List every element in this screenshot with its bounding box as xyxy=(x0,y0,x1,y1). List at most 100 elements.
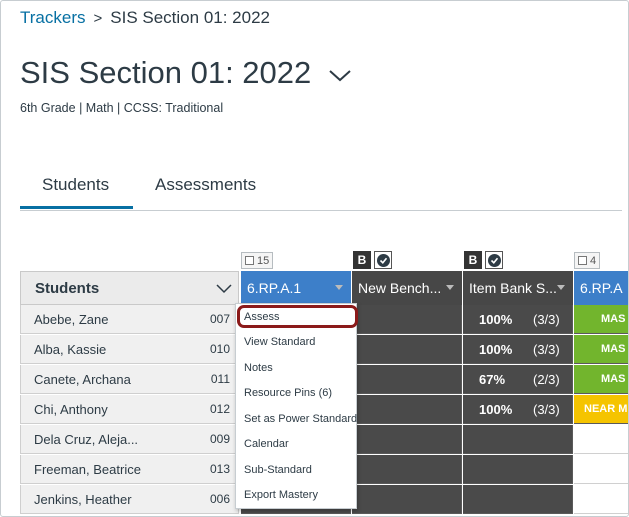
item-bank-score-cell[interactable]: 100% (3/3) xyxy=(463,395,573,424)
menu-item-notes[interactable]: Notes xyxy=(236,355,356,380)
student-row[interactable]: Alba, Kassie 010 xyxy=(20,335,239,364)
tab-students[interactable]: Students xyxy=(42,175,109,210)
score-cell[interactable] xyxy=(352,305,462,334)
caret-down-icon xyxy=(446,285,454,290)
student-id: 007 xyxy=(209,312,230,326)
student-row[interactable]: Jenkins, Heather 006 xyxy=(20,485,239,514)
badge-count: 15 xyxy=(257,254,270,267)
item-bank-score-cell[interactable] xyxy=(463,455,573,484)
student-name: Jenkins, Heather xyxy=(34,491,132,507)
check-circle-icon xyxy=(485,251,503,269)
item-bank-score-cell[interactable]: 67% (2/3) xyxy=(463,365,573,394)
breadcrumb-trackers-link[interactable]: Trackers xyxy=(20,8,86,28)
score-cell[interactable] xyxy=(352,395,462,424)
tab-bar: Students Assessments xyxy=(20,171,622,211)
mastery-cell[interactable] xyxy=(574,425,628,454)
student-name: Canete, Archana xyxy=(34,371,131,387)
benchmark-b-icon: B xyxy=(464,251,482,269)
score-cell[interactable] xyxy=(352,455,462,484)
app-frame: Trackers > SIS Section 01: 2022 SIS Sect… xyxy=(0,0,629,517)
student-id: 013 xyxy=(209,462,230,476)
chevron-down-icon[interactable] xyxy=(329,54,351,90)
student-id: 006 xyxy=(209,492,230,506)
menu-item-view-standard[interactable]: View Standard xyxy=(236,329,356,354)
menu-item-calendar[interactable]: Calendar xyxy=(236,431,356,456)
student-name: Dela Cruz, Aleja... xyxy=(34,431,139,447)
column-header-label: 6.RP.A xyxy=(580,280,623,296)
score-fraction: (3/3) xyxy=(533,312,560,327)
badge-count: 4 xyxy=(590,254,597,267)
page-title-text: SIS Section 01: 2022 xyxy=(20,55,312,90)
mastery-label: NEAR M xyxy=(584,403,628,415)
student-row[interactable]: Abebe, Zane 007 xyxy=(20,305,239,334)
benchmark-b-icon: B xyxy=(353,251,371,269)
mastery-cell[interactable] xyxy=(574,485,628,514)
mastery-label: MAS xyxy=(601,313,626,325)
checkbox-icon xyxy=(578,256,587,265)
item-bank-badge[interactable]: B xyxy=(464,251,503,269)
score-percent: 100% xyxy=(479,312,513,327)
menu-item-set-power-standard[interactable]: Set as Power Standard xyxy=(236,406,357,431)
column-header-item-bank[interactable]: Item Bank S... xyxy=(463,271,573,305)
caret-down-icon xyxy=(557,285,565,290)
students-header-label: Students xyxy=(35,279,100,297)
student-id: 010 xyxy=(209,342,230,356)
score-cell[interactable] xyxy=(352,485,462,514)
active-tab-indicator xyxy=(20,206,133,209)
tab-assessments[interactable]: Assessments xyxy=(155,175,256,210)
assessment-count-badge[interactable]: 15 xyxy=(241,252,274,269)
menu-item-resource-pins[interactable]: Resource Pins (6) xyxy=(236,380,356,405)
column-header-label: Item Bank S... xyxy=(469,280,557,296)
checkbox-icon xyxy=(245,256,254,265)
caret-down-icon xyxy=(335,285,343,290)
mastery-cell[interactable]: NEAR M xyxy=(574,395,628,424)
column-header-label: New Bench... xyxy=(358,280,442,296)
menu-item-assess[interactable]: Assess xyxy=(236,304,356,329)
breadcrumb-separator: > xyxy=(93,9,103,27)
item-bank-score-cell[interactable]: 100% (3/3) xyxy=(463,335,573,364)
student-name: Chi, Anthony xyxy=(34,401,108,417)
item-bank-score-cell[interactable] xyxy=(463,485,573,514)
mastery-label: MAS xyxy=(601,343,626,355)
score-percent: 67% xyxy=(479,372,506,387)
mastery-cell[interactable] xyxy=(574,455,628,484)
column-header-new-benchmark[interactable]: New Bench... xyxy=(352,271,462,305)
item-bank-score-cell[interactable] xyxy=(463,425,573,454)
score-fraction: (3/3) xyxy=(533,342,560,357)
mastery-cell[interactable]: MAS xyxy=(574,365,628,394)
score-percent: 100% xyxy=(479,342,513,357)
chevron-down-icon[interactable] xyxy=(216,281,232,298)
student-row[interactable]: Freeman, Beatrice 013 xyxy=(20,455,239,484)
score-percent: 100% xyxy=(479,402,513,417)
score-cell[interactable] xyxy=(352,335,462,364)
student-id: 009 xyxy=(209,432,230,446)
score-fraction: (3/3) xyxy=(533,402,560,417)
menu-item-export-mastery[interactable]: Export Mastery xyxy=(236,482,356,507)
students-column-header[interactable]: Students xyxy=(20,271,239,305)
student-row[interactable]: Canete, Archana 011 xyxy=(20,365,239,394)
column-header-6rpa1[interactable]: 6.RP.A.1 xyxy=(241,271,351,305)
student-name: Freeman, Beatrice xyxy=(34,461,141,477)
score-cell[interactable] xyxy=(352,365,462,394)
benchmark-badge[interactable]: B xyxy=(353,251,392,269)
column-header-label: 6.RP.A.1 xyxy=(247,280,302,296)
check-circle-icon xyxy=(374,251,392,269)
mastery-cell[interactable]: MAS xyxy=(574,305,628,334)
menu-item-sub-standard[interactable]: Sub-Standard xyxy=(236,457,356,482)
column-options-menu: Assess View Standard Notes Resource Pins… xyxy=(235,303,357,509)
page-title: SIS Section 01: 2022 xyxy=(20,55,351,91)
breadcrumb: Trackers > SIS Section 01: 2022 xyxy=(20,8,270,28)
assessment-count-badge[interactable]: 4 xyxy=(574,252,601,269)
column-header-6rpa[interactable]: 6.RP.A xyxy=(574,271,628,305)
score-fraction: (2/3) xyxy=(533,372,560,387)
student-row[interactable]: Chi, Anthony 012 xyxy=(20,395,239,424)
mastery-cell[interactable]: MAS xyxy=(574,335,628,364)
student-id: 011 xyxy=(210,372,230,386)
student-row[interactable]: Dela Cruz, Aleja... 009 xyxy=(20,425,239,454)
student-name: Alba, Kassie xyxy=(34,341,107,357)
score-cell[interactable] xyxy=(352,425,462,454)
item-bank-score-cell[interactable]: 100% (3/3) xyxy=(463,305,573,334)
mastery-label: MAS xyxy=(601,373,626,385)
breadcrumb-current: SIS Section 01: 2022 xyxy=(110,8,270,27)
student-id: 012 xyxy=(209,402,230,416)
